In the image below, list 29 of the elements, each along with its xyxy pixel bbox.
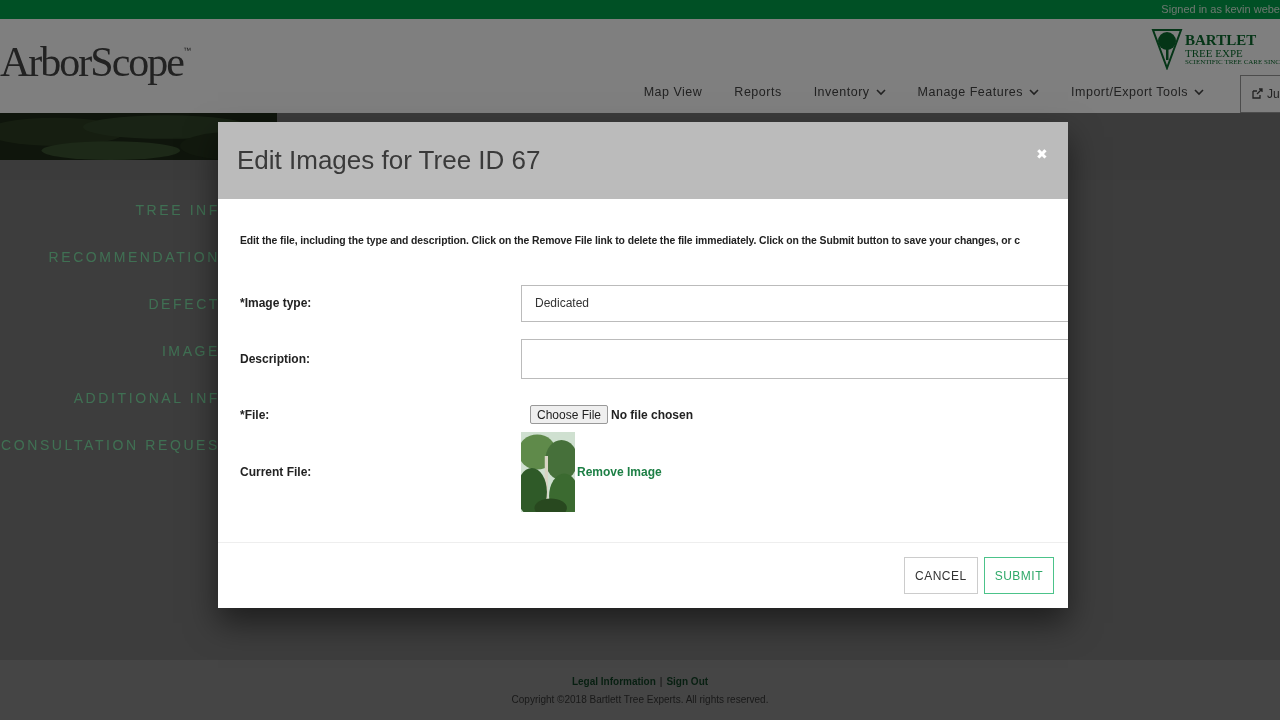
- chevron-icon: [1194, 89, 1204, 96]
- share-icon: [1251, 88, 1263, 100]
- remove-image-link[interactable]: Remove Image: [577, 462, 662, 481]
- chevron-icon: [875, 89, 886, 96]
- nav-link[interactable]: Inventory: [813, 83, 886, 102]
- cancel-button[interactable]: CANCEL: [903, 557, 978, 594]
- field-label: Current File:: [240, 463, 313, 481]
- description-field[interactable]: [521, 338, 1068, 379]
- field-label: *Image type:: [240, 295, 313, 313]
- nav-link[interactable]: Reports: [734, 83, 782, 102]
- file-status: No file chosen: [611, 406, 694, 424]
- tree-logo-icon: [1151, 28, 1184, 70]
- link-separator: |: [659, 674, 663, 689]
- field-label: Description:: [240, 350, 311, 368]
- trademark-mark: ™: [182, 45, 191, 55]
- nav-link[interactable]: Manage Features: [917, 83, 1040, 102]
- arborscope-logo: ArborScope: [0, 41, 183, 83]
- partner-logo-text: TREE EXPE: [1185, 47, 1244, 59]
- choose-file-button[interactable]: Choose File: [530, 405, 609, 425]
- signed-in-text: Signed in as kevin webe: [1161, 2, 1280, 18]
- submit-button[interactable]: SUBMIT: [983, 557, 1054, 594]
- nav-link[interactable]: Map View: [643, 83, 703, 102]
- chevron-icon: [1029, 89, 1040, 96]
- image-type-select[interactable]: Dedicated: [521, 284, 1068, 322]
- nav-link[interactable]: Import/Export Tools: [1071, 83, 1204, 102]
- partner-logo-text: BARTLET: [1185, 32, 1258, 48]
- dialog-instructions: Edit the file, including the type and description. Click on the Remove File link to delete the file immediately. Click on the Submit button to save your changes, or c: [240, 234, 1021, 248]
- dialog-title: Edit Images for Tree ID 67: [237, 144, 541, 177]
- field-label: *File:: [240, 406, 271, 424]
